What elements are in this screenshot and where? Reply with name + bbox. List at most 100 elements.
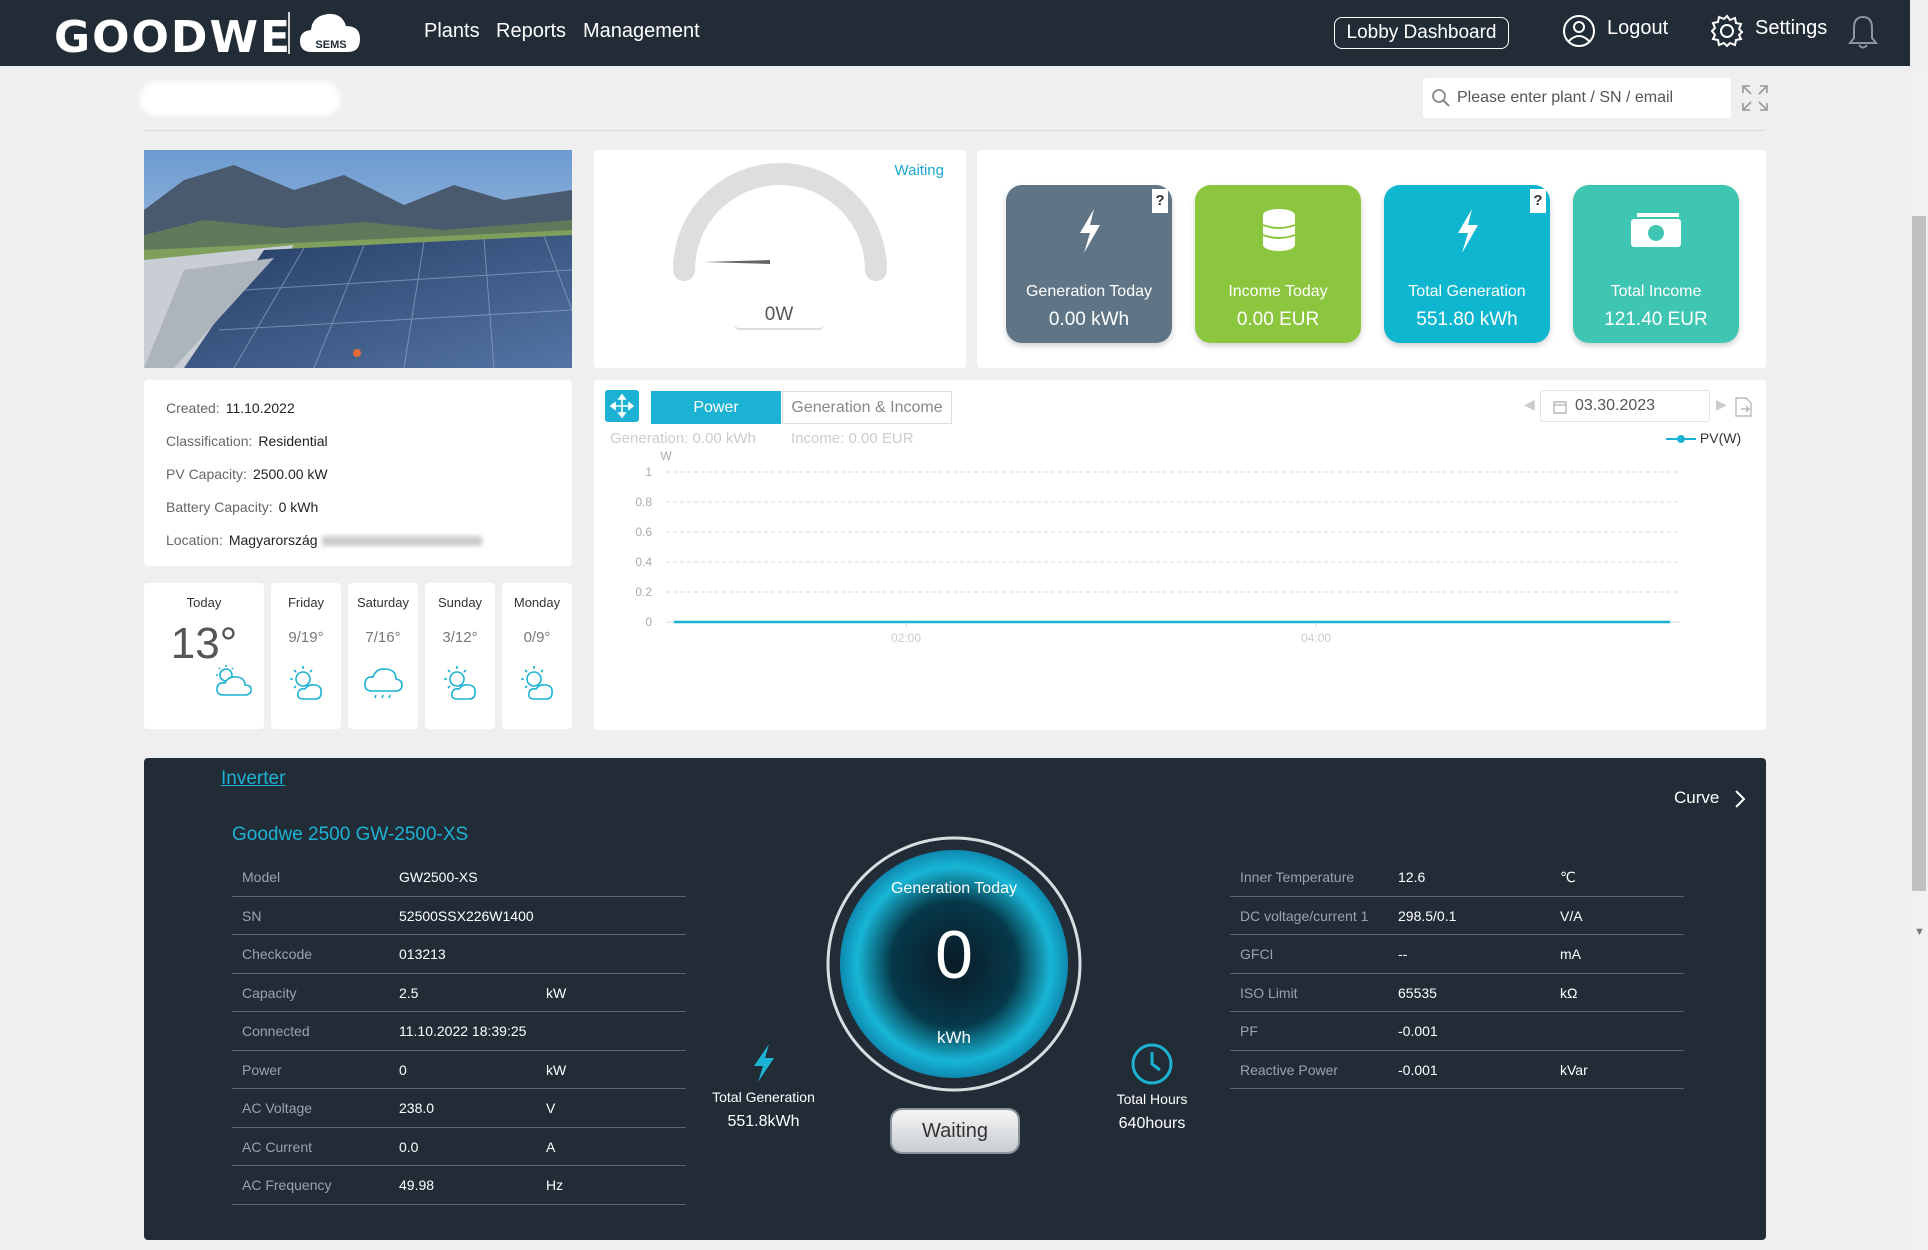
weather-monday: Monday 0/9° xyxy=(502,583,572,729)
detail-row: Connected 11.10.2022 18:39:25 xyxy=(232,1012,686,1051)
detail-unit: kW xyxy=(546,984,567,1001)
date-picker[interactable]: 03.30.2023 xyxy=(1540,390,1710,422)
vertical-scrollbar[interactable]: ▼ xyxy=(1910,66,1928,1250)
top-navigation-bar: GOODWE SEMS Plants Reports Management Lo… xyxy=(0,0,1910,66)
help-icon[interactable]: ? xyxy=(1152,189,1168,213)
settings-link[interactable]: Settings xyxy=(1755,17,1827,40)
detail-key: AC Voltage xyxy=(242,1100,313,1116)
lightning-icon xyxy=(753,1044,774,1082)
y-tick-label: 1 xyxy=(645,465,652,479)
bell-icon[interactable] xyxy=(1848,14,1878,50)
detail-value: 2.5 xyxy=(399,984,419,1001)
search-icon[interactable] xyxy=(1431,88,1451,108)
partly-cloudy-icon xyxy=(216,665,252,696)
total-generation-value: 551.8kWh xyxy=(727,1113,800,1130)
search-input[interactable] xyxy=(1457,78,1727,118)
detail-value: 12.6 xyxy=(1398,869,1426,885)
user-icon[interactable] xyxy=(1562,14,1596,48)
detail-row: AC Voltage 238.0 V xyxy=(232,1089,686,1128)
detail-unit: V/A xyxy=(1560,907,1583,924)
detail-value: 0.0 xyxy=(399,1138,419,1155)
chart-legend[interactable]: PV(W) xyxy=(1666,430,1741,446)
inverter-link[interactable]: Inverter xyxy=(221,768,285,790)
x-tick-label: 02:00 xyxy=(891,631,921,645)
tile-total-generation[interactable]: ? Total Generation 551.80 kWh xyxy=(1384,185,1550,343)
income-stat: Income: 0.00 EUR xyxy=(791,430,914,447)
tile-value: 0.00 EUR xyxy=(1236,309,1320,330)
y-axis-label: W xyxy=(660,450,672,463)
detail-key: Inner Temperature xyxy=(1240,869,1355,885)
inverter-status-button[interactable]: Waiting xyxy=(892,1110,1018,1152)
detail-key: Power xyxy=(242,1061,282,1078)
scrollbar-thumb[interactable] xyxy=(1912,216,1926,891)
y-tick-label: 0.4 xyxy=(635,555,652,569)
tile-label: Total Income xyxy=(1610,283,1702,300)
detail-value: 49.98 xyxy=(399,1177,435,1193)
help-icon[interactable]: ? xyxy=(1530,189,1546,213)
detail-unit: A xyxy=(546,1138,556,1155)
detail-value: 013213 xyxy=(399,946,446,962)
power-chart[interactable]: W1 0.8 0.6 0.4 0.2 0 02:00 04:00 xyxy=(594,450,1766,730)
nav-reports[interactable]: Reports xyxy=(496,20,566,43)
fullscreen-icon[interactable] xyxy=(1741,84,1769,112)
detail-key: Reactive Power xyxy=(1240,1061,1339,1078)
export-icon[interactable] xyxy=(1732,396,1754,418)
detail-row: Checkcode 013213 xyxy=(232,935,686,974)
weather-saturday: Saturday 7/16° xyxy=(348,583,418,729)
ring-value: 0 xyxy=(935,917,973,993)
inverter-title: Goodwe 2500 GW-2500-XS xyxy=(232,824,469,845)
goodwe-logo[interactable]: GOODWE xyxy=(54,12,292,63)
power-gauge-card: Waiting 0W xyxy=(594,150,966,368)
prev-date-arrow[interactable]: ◀ xyxy=(1524,396,1535,413)
chevron-right-icon xyxy=(1735,789,1746,808)
search-box[interactable] xyxy=(1423,78,1731,118)
info-created: Created: 11.10.2022 xyxy=(166,400,295,416)
move-button[interactable] xyxy=(605,390,639,422)
nav-management[interactable]: Management xyxy=(583,20,700,43)
nav-plants[interactable]: Plants xyxy=(424,20,480,43)
legend-marker xyxy=(1666,435,1696,444)
next-date-arrow[interactable]: ▶ xyxy=(1716,396,1727,413)
detail-key: Connected xyxy=(242,1023,310,1039)
detail-row: ISO Limit 65535 kΩ xyxy=(1230,974,1684,1012)
detail-row: Model GW2500-XS xyxy=(232,858,686,897)
tile-income-today[interactable]: Income Today 0.00 EUR xyxy=(1195,185,1361,343)
info-battery-capacity: Battery Capacity: 0 kWh xyxy=(166,499,319,515)
tile-label: Generation Today xyxy=(1025,283,1152,300)
scroll-down-arrow[interactable]: ▼ xyxy=(1914,926,1925,938)
curve-link[interactable]: Curve xyxy=(1674,788,1748,809)
legend-label: PV(W) xyxy=(1699,430,1742,446)
lightning-icon xyxy=(1080,209,1100,253)
ring-label: Generation Today xyxy=(890,880,1017,897)
ring-unit: kWh xyxy=(937,1028,971,1047)
info-location: Location: Magyarország xyxy=(166,532,482,548)
tab-generation-income[interactable]: Generation & Income xyxy=(782,391,952,424)
partly-sunny-icon xyxy=(444,666,476,700)
tab-power[interactable]: Power xyxy=(651,391,781,424)
detail-unit: ℃ xyxy=(1560,869,1576,885)
gear-icon[interactable] xyxy=(1710,14,1744,48)
detail-key: Checkcode xyxy=(242,946,313,962)
detail-key: Model xyxy=(242,869,281,885)
move-icon xyxy=(609,393,635,419)
x-tick-label: 04:00 xyxy=(1301,631,1331,645)
tile-total-income[interactable]: Total Income 121.40 EUR xyxy=(1573,185,1739,343)
detail-value: 238.0 xyxy=(399,1100,435,1116)
partly-sunny-icon xyxy=(521,666,553,700)
detail-key: SN xyxy=(242,907,262,924)
total-generation-label: Total Generation xyxy=(712,1089,815,1105)
detail-key: AC Current xyxy=(242,1138,313,1155)
detail-row: Reactive Power -0.001 kVar xyxy=(1230,1051,1684,1089)
detail-row: Inner Temperature 12.6 ℃ xyxy=(1230,858,1684,897)
inverter-details-left: Model GW2500-XS SN 52500SSX226W1400 Checkcod… xyxy=(232,858,686,1205)
info-classification: Classification: Residential xyxy=(166,433,328,449)
detail-row: SN 52500SSX226W1400 xyxy=(232,897,686,935)
lobby-dashboard-button[interactable]: Lobby Dashboard xyxy=(1334,17,1509,49)
plant-name-redacted xyxy=(140,82,340,116)
sems-cloud-icon[interactable]: SEMS xyxy=(298,8,362,58)
tile-generation-today[interactable]: ? Generation Today 0.00 kWh xyxy=(1006,185,1172,343)
detail-row: Power 0 kW xyxy=(232,1051,686,1089)
logout-link[interactable]: Logout xyxy=(1607,17,1668,40)
detail-value: GW2500-XS xyxy=(399,869,478,885)
y-tick-label: 0.8 xyxy=(635,495,652,509)
